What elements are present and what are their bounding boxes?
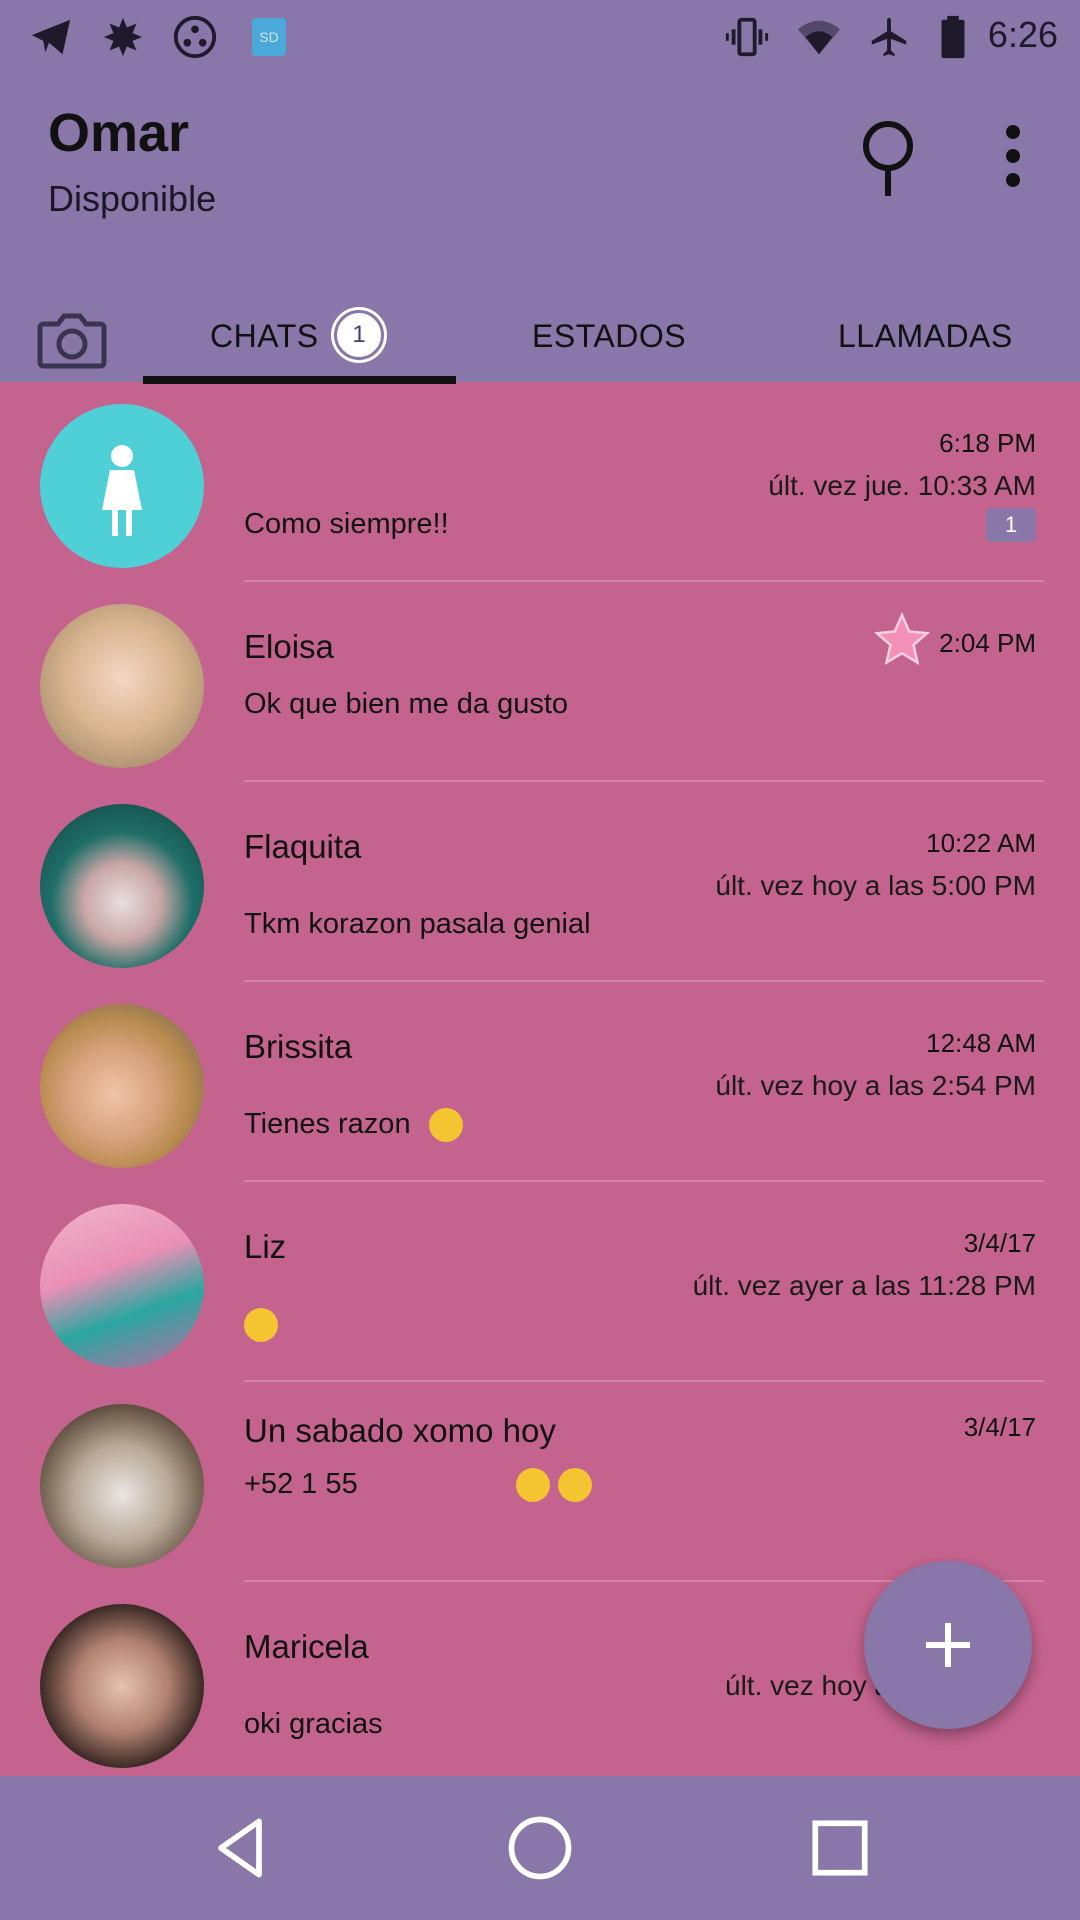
chat-last-message-text: +52 1 55 [244, 1468, 358, 1500]
chat-name: Maricela [244, 1628, 369, 1665]
chat-last-message [244, 1308, 278, 1343]
chat-last-message: Tkm korazon pasala genial [244, 908, 591, 940]
chat-time: 3/4/17 [963, 1228, 1036, 1258]
tab-chats[interactable]: CHATS [210, 318, 319, 355]
profile-status[interactable]: Disponible [48, 178, 216, 220]
wifi-icon [797, 20, 841, 55]
battery-icon [941, 15, 965, 59]
vibrate-icon [725, 17, 769, 57]
chat-last-seen: últ. vez hoy a las 2:54 PM [715, 1070, 1036, 1101]
chat-row[interactable]: Brissita 12:48 AM últ. vez hoy a las 2:5… [0, 982, 1080, 1182]
chat-time: 2:04 PM [939, 628, 1036, 658]
status-bar: SD 6:26 [0, 0, 1080, 76]
chat-last-seen: últ. vez hoy a las 5:00 PM [715, 870, 1036, 901]
chat-row[interactable]: Flaquita 10:22 AM últ. vez hoy a las 5:0… [0, 782, 1080, 982]
circles-icon [173, 15, 217, 59]
chat-name: Un sabado xomo hoy [244, 1412, 556, 1449]
unread-count-badge: 1 [986, 508, 1036, 542]
chat-time: 10:22 AM [926, 828, 1036, 858]
avatar[interactable] [40, 1204, 204, 1368]
chat-row[interactable]: Un sabado xomo hoy 3/4/17 +52 1 55 [0, 1382, 1080, 1582]
chat-last-seen: últ. vez ayer a las 11:28 PM [692, 1270, 1036, 1301]
telegram-icon [31, 19, 71, 55]
tab-bar: CHATS 1 ESTADOS LLAMADAS [0, 266, 1080, 382]
laughing-emoji-icon [515, 1468, 550, 1503]
chat-row[interactable]: Liz 3/4/17 últ. vez ayer a las 11:28 PM [0, 1182, 1080, 1382]
default-avatar-icon [102, 445, 142, 536]
search-icon[interactable] [858, 118, 918, 198]
chat-name: Liz [244, 1228, 287, 1265]
avatar[interactable] [40, 604, 204, 768]
airplane-icon [871, 17, 907, 57]
chats-unread-badge: 1 [334, 310, 384, 360]
smile-emoji-icon [244, 1308, 278, 1343]
avatar[interactable] [40, 404, 204, 568]
laughing-emoji-icon [557, 1468, 592, 1503]
plus-icon [926, 1623, 970, 1667]
home-icon[interactable] [502, 1810, 578, 1886]
back-icon[interactable] [202, 1810, 278, 1886]
avatar[interactable] [40, 804, 204, 968]
chat-name: Flaquita [244, 828, 362, 865]
navigation-bar [0, 1776, 1080, 1920]
chat-row[interactable]: Eloisa 2:04 PM Ok que bien me da gusto [0, 582, 1080, 782]
tab-estados[interactable]: ESTADOS [532, 318, 686, 355]
star-icon [873, 611, 931, 666]
chat-name: Eloisa [244, 628, 334, 665]
clock: 6:26 [987, 14, 1058, 55]
chat-time: 6:18 PM [939, 428, 1036, 458]
chat-last-message: Como siempre!! [244, 508, 449, 540]
chat-last-message: Ok que bien me da gusto [244, 688, 569, 720]
chat-time: 3/4/17 [963, 1412, 1036, 1442]
kiss-emoji-icon [428, 1108, 463, 1143]
chat-row[interactable]: 6:18 PM últ. vez jue. 10:33 AM Como siem… [0, 382, 1080, 582]
avatar[interactable] [40, 1604, 204, 1768]
more-options-icon[interactable] [995, 124, 1031, 188]
recents-icon[interactable] [802, 1810, 878, 1886]
profile-name[interactable]: Omar [48, 102, 189, 164]
chat-last-message: +52 1 55 [244, 1468, 592, 1503]
chat-time: 12:48 AM [926, 1028, 1036, 1058]
camera-icon[interactable] [36, 310, 108, 370]
avatar[interactable] [40, 1004, 204, 1168]
chat-name: Brissita [244, 1028, 353, 1065]
chat-last-message-text: Tienes razon [244, 1108, 411, 1140]
tab-llamadas[interactable]: LLAMADAS [838, 318, 1013, 355]
chat-last-message: Tienes razon [244, 1108, 463, 1143]
app-bar: Omar Disponible CHATS 1 ESTADOS LLAMADAS [0, 76, 1080, 384]
chat-last-seen: últ. vez jue. 10:33 AM [768, 470, 1036, 501]
new-chat-button[interactable] [864, 1561, 1032, 1729]
avatar[interactable] [40, 1404, 204, 1568]
chat-last-message: oki gracias [244, 1708, 383, 1740]
sd-card-icon: SD [252, 18, 286, 56]
leaf-icon [103, 17, 143, 57]
